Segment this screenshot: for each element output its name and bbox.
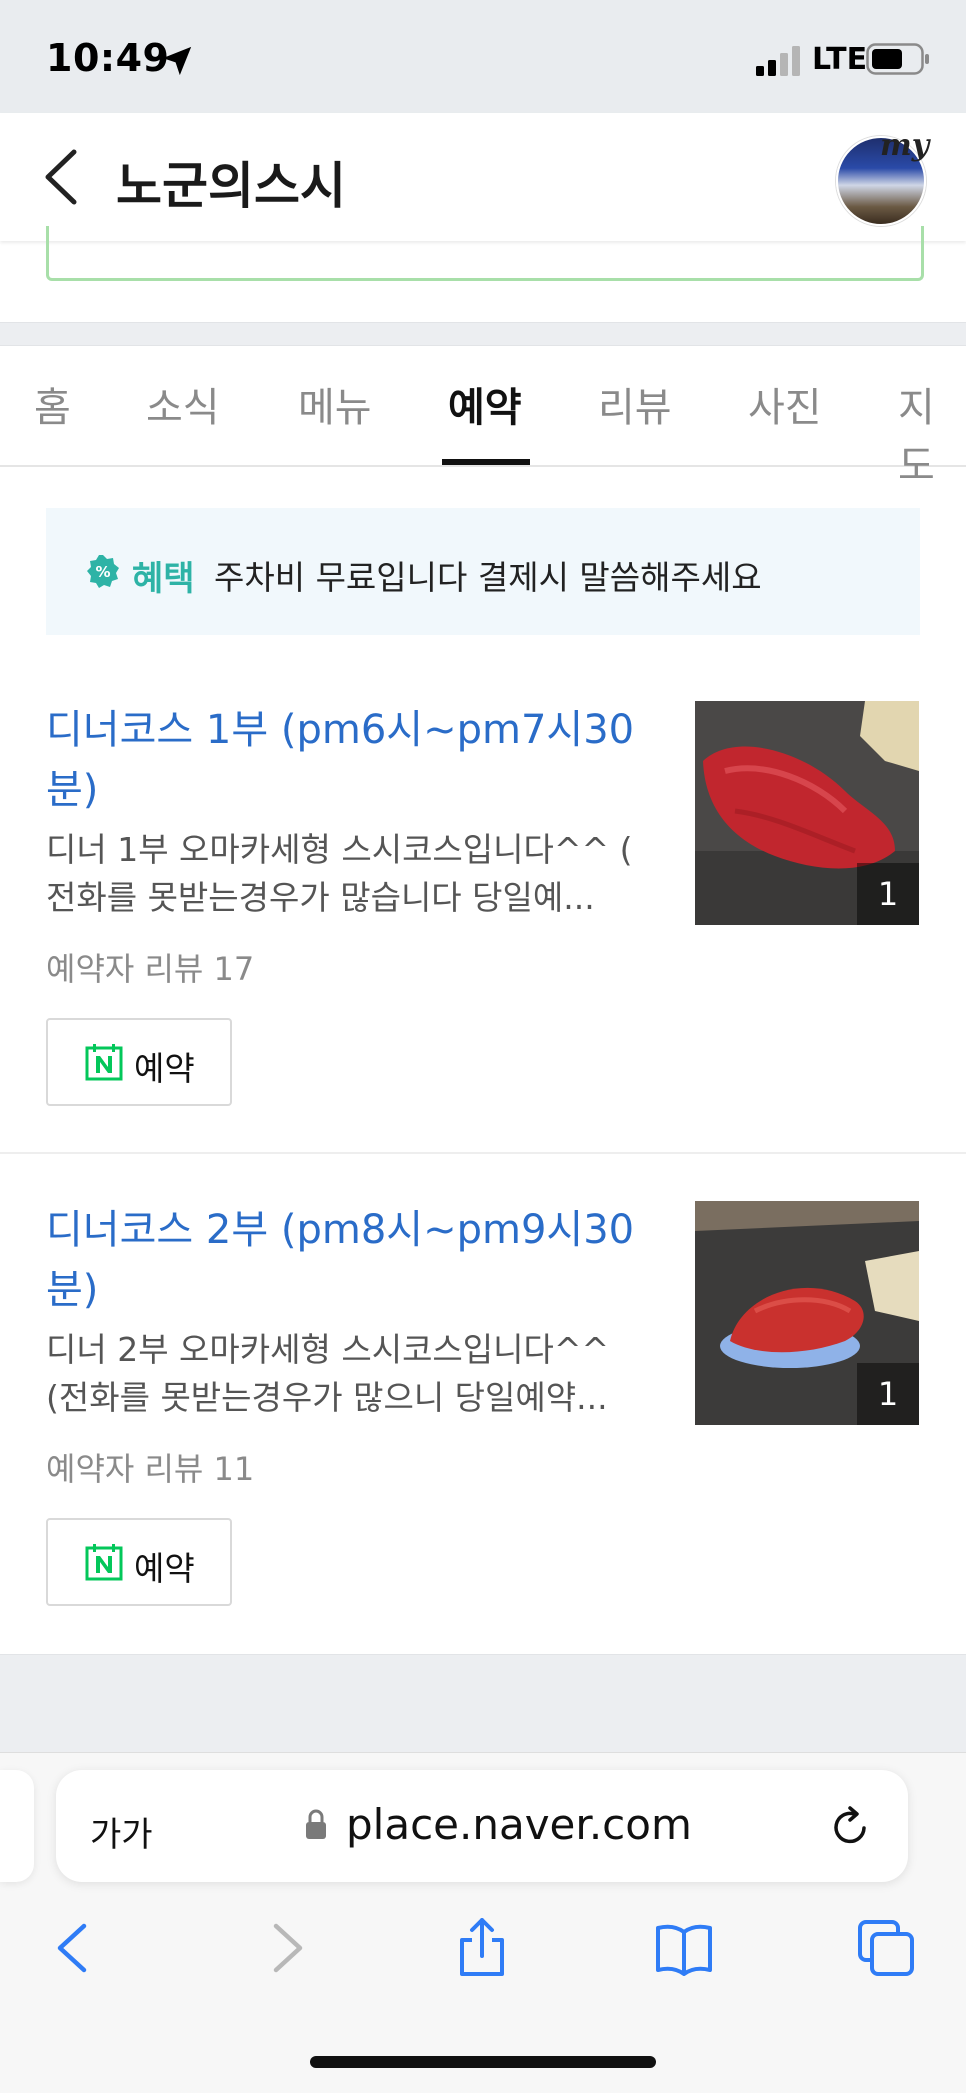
benefit-label: 혜택 [132, 559, 195, 599]
item-title[interactable]: 디너코스 2부 (pm8시~pm9시30분) [46, 1200, 666, 1320]
signal-icon [756, 46, 800, 76]
status-time: 10:49 [46, 36, 170, 80]
section-divider [0, 322, 966, 346]
item-title[interactable]: 디너코스 1부 (pm6시~pm7시30분) [46, 700, 666, 820]
item-photo[interactable]: 1 [695, 701, 919, 925]
previous-tab-pill[interactable] [0, 1770, 34, 1882]
carrier-label: LTE [812, 42, 868, 77]
page-title: 노군의스시 [116, 157, 346, 215]
tab-home[interactable]: 홈 [34, 375, 71, 433]
tab-photo[interactable]: 사진 [748, 375, 822, 433]
svg-text:%: % [95, 563, 110, 581]
back-chevron-icon[interactable] [40, 146, 84, 208]
text-size-button[interactable]: 가가 [90, 1807, 153, 1856]
tab-reservation[interactable]: 예약 [448, 375, 522, 433]
naver-calendar-icon [85, 1044, 123, 1081]
tab-news[interactable]: 소식 [146, 375, 220, 433]
item-description: 디너 1부 오마카세형 스시코스입니다^^ ( 전화를 못받는경우가 많습니다 … [46, 830, 633, 917]
photo-count: 1 [857, 1363, 919, 1425]
tab-review[interactable]: 리뷰 [598, 375, 672, 433]
tab-map[interactable]: 지도 [898, 375, 966, 491]
reserve-button-label: 예약 [134, 1549, 195, 1588]
url-text[interactable]: place.naver.com [346, 1800, 692, 1849]
back-icon[interactable] [46, 1918, 106, 1978]
item-photo[interactable]: 1 [695, 1201, 919, 1425]
benefit-text: 주차비 무료입니다 결제시 말씀해주세요 [214, 558, 762, 597]
naver-calendar-icon [85, 1544, 123, 1581]
reserve-button-label: 예약 [134, 1049, 195, 1088]
my-badge[interactable]: my [880, 128, 929, 163]
partial-reserve-button[interactable] [46, 226, 924, 281]
tab-menu[interactable]: 메뉴 [298, 375, 372, 433]
forward-icon[interactable] [254, 1918, 314, 1978]
location-arrow-icon [162, 46, 192, 76]
reserve-button[interactable]: 예약 [46, 1018, 232, 1106]
battery-icon [866, 43, 929, 75]
item-description: 디너 2부 오마카세형 스시코스입니다^^ (전화를 못받는경우가 많으니 당일… [46, 1330, 610, 1417]
reserve-button[interactable]: 예약 [46, 1518, 232, 1606]
item-divider [0, 1152, 966, 1154]
photo-count: 1 [857, 863, 919, 925]
bottom-gap [0, 1654, 966, 1753]
lock-icon [306, 1809, 326, 1839]
share-icon[interactable] [452, 1918, 512, 1978]
active-tab-indicator [442, 459, 530, 465]
reload-icon[interactable] [830, 1804, 872, 1848]
item-review-count: 예약자 리뷰 17 [46, 950, 255, 988]
percent-badge-icon: % [87, 555, 119, 588]
tabs-icon[interactable] [856, 1918, 916, 1978]
item-review-count: 예약자 리뷰 11 [46, 1450, 255, 1488]
bookmarks-icon[interactable] [654, 1918, 714, 1978]
home-indicator [310, 2056, 656, 2068]
